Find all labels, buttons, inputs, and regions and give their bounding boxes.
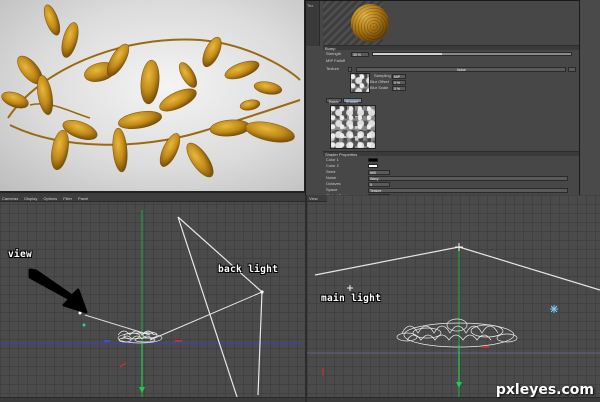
mip-falloff-label: MIP Falloff xyxy=(326,58,345,63)
render-preview xyxy=(0,0,305,193)
view-arrow-icon xyxy=(28,268,88,314)
viewport-left-ruler xyxy=(0,397,305,402)
attribute-sidebar xyxy=(580,0,600,195)
strength-field[interactable]: 35 % xyxy=(351,52,369,57)
strength-label: Strength xyxy=(326,51,342,56)
viewport-right[interactable]: View main light xyxy=(307,195,600,402)
viewport-left-scene xyxy=(0,210,300,402)
texture-type-field[interactable]: Noise xyxy=(356,67,566,72)
watermark: pxleyes.com xyxy=(495,382,594,398)
material-preview xyxy=(323,1,389,45)
shader-subtabs: Basic Shader xyxy=(326,98,362,104)
bump-header[interactable]: Bump xyxy=(323,45,579,51)
annotation-back-light: back light xyxy=(218,264,279,275)
tab-basic[interactable]: Basic xyxy=(326,98,342,104)
noise-thumbnail xyxy=(350,73,370,93)
color2-swatch[interactable] xyxy=(368,164,378,168)
texture-label: Texture xyxy=(326,66,340,71)
panel-side-strip: Tex xyxy=(306,1,320,46)
texture-arrow[interactable] xyxy=(348,67,352,72)
texture-more-button[interactable] xyxy=(568,67,576,72)
wreath-wireframe-right xyxy=(396,318,518,348)
annotation-main-light: main light xyxy=(321,293,382,304)
material-sphere xyxy=(351,4,389,42)
side-tab[interactable]: Tex xyxy=(307,3,313,8)
blur-scale-field[interactable]: 0 % xyxy=(392,86,406,91)
strength-slider[interactable] xyxy=(372,52,572,56)
octaves-field[interactable]: 5 xyxy=(368,182,390,187)
seed-field[interactable]: 665 xyxy=(368,170,390,175)
blur-offset-field[interactable]: 0 % xyxy=(392,80,406,85)
blur-scale-label: Blur Scale xyxy=(370,85,389,90)
sampling-field[interactable]: MIP xyxy=(392,74,406,79)
annotation-view: view xyxy=(8,249,33,260)
tab-shader[interactable]: Shader xyxy=(342,98,362,104)
laurel-wreath-render xyxy=(1,4,301,178)
noise-dropdown[interactable]: Wavy xyxy=(368,176,568,181)
color1-swatch[interactable] xyxy=(368,158,378,162)
viewport-left[interactable]: Cameras Display Options Filter Panel vie… xyxy=(0,195,307,402)
space-dropdown[interactable]: Texture xyxy=(368,188,568,193)
wreath-wireframe xyxy=(117,330,163,344)
shader-preview xyxy=(330,105,376,149)
shader-properties-header[interactable]: Shader Properties xyxy=(323,151,579,157)
